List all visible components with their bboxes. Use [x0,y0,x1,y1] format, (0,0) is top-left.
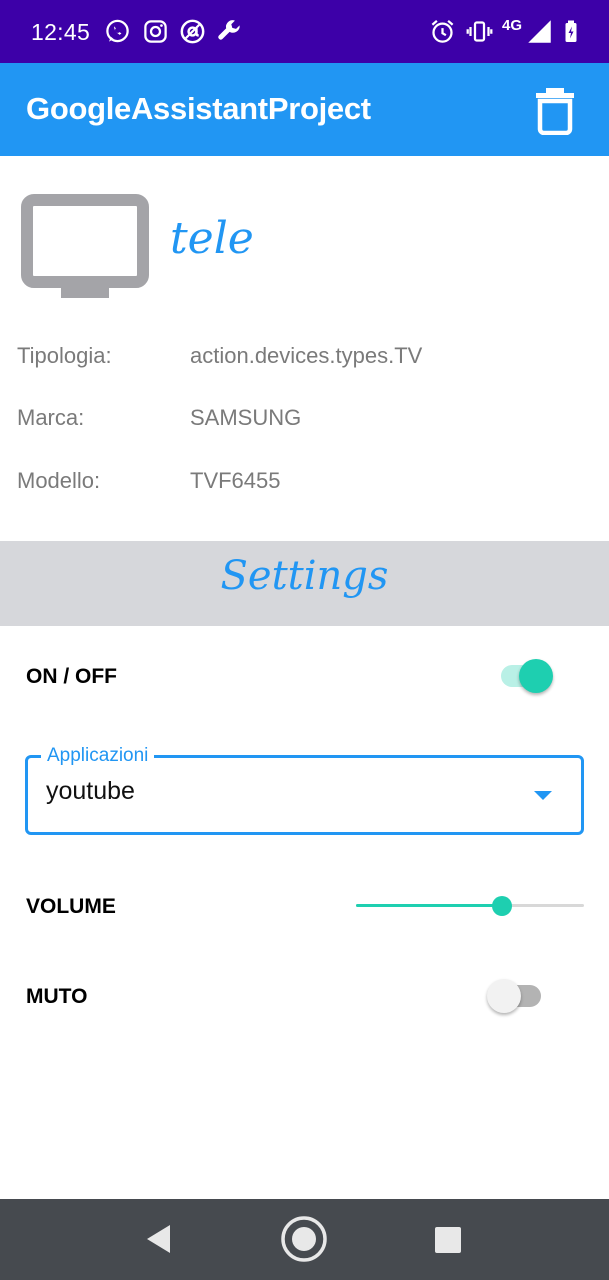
chevron-down-icon [532,789,554,803]
vibrate-icon [466,18,493,45]
app-bar: GoogleAssistantProject [0,63,609,156]
mute-label: MUTO [26,985,88,1008]
volume-label: VOLUME [26,895,116,918]
info-label-type: Tipologia: [17,343,112,368]
app-title: GoogleAssistantProject [26,91,371,126]
back-button[interactable] [144,1223,174,1255]
wrench-icon [216,18,243,45]
delete-button[interactable] [532,85,578,135]
status-bar: 12:45 4G [0,0,609,63]
info-label-brand: Marca: [17,405,85,430]
home-icon [280,1215,328,1263]
info-value-model: TVF6455 [190,468,281,493]
info-value-brand: SAMSUNG [190,405,302,430]
recents-button[interactable] [434,1226,462,1254]
applications-label: Applicazioni [41,745,155,767]
power-label: ON / OFF [26,665,117,688]
status-time: 12:45 [31,19,91,45]
mute-switch[interactable] [485,977,543,1015]
mute-switch-thumb [487,979,521,1013]
back-icon [144,1223,174,1255]
whatsapp-icon [104,18,131,45]
tv-icon [21,194,149,300]
settings-title: Settings [220,553,389,599]
alarm-icon [429,18,456,45]
info-label-model: Modello: [17,468,101,493]
home-button[interactable] [280,1215,328,1263]
volume-slider-thumb[interactable] [492,896,512,916]
navigation-bar [0,1199,609,1280]
trash-icon [532,85,578,135]
instagram-icon [142,18,169,45]
power-switch-thumb [519,659,553,693]
battery-charging-icon [559,18,583,45]
volume-slider[interactable] [356,892,584,920]
recents-icon [434,1226,462,1254]
applications-value: youtube [46,777,135,805]
at-sign-icon [179,18,206,45]
signal-icon [526,18,553,45]
power-switch[interactable] [499,657,557,695]
device-name: tele [170,213,254,264]
volume-slider-fill [356,904,502,907]
network-type: 4G [502,17,523,34]
info-value-type: action.devices.types.TV [190,343,423,368]
